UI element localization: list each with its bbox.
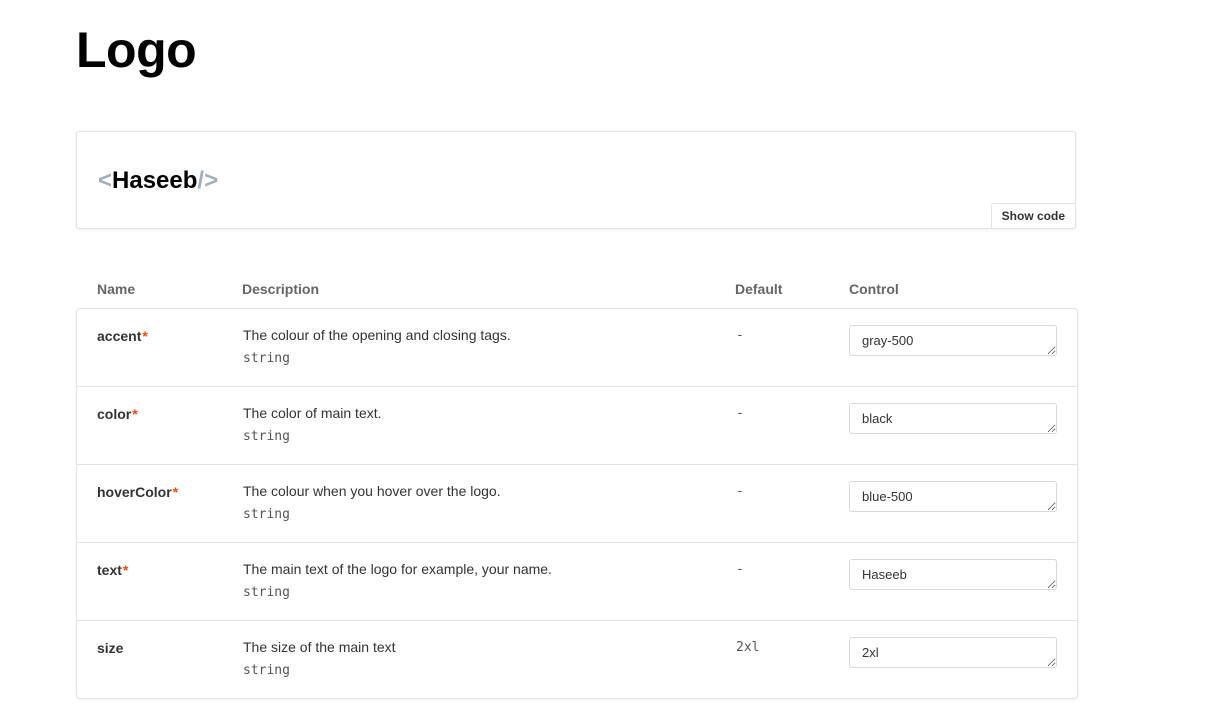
header-description: Description <box>242 281 320 297</box>
prop-description: The size of the main text <box>243 639 396 655</box>
table-row: text* The main text of the logo for examp… <box>77 542 1077 620</box>
prop-type: string <box>243 507 290 522</box>
header-name: Name <box>97 281 136 297</box>
prop-name: hoverColor* <box>97 484 178 500</box>
prop-control-input[interactable]: 2xl <box>849 637 1057 668</box>
required-marker: * <box>172 484 179 500</box>
required-marker: * <box>142 328 148 344</box>
logo-close-tag: /> <box>197 167 219 194</box>
prop-control-input[interactable]: Haseeb <box>849 559 1057 590</box>
prop-default: - <box>736 562 744 577</box>
prop-name-text: size <box>97 640 124 656</box>
logo-open-tag: < <box>98 167 113 194</box>
prop-default: - <box>736 484 744 499</box>
prop-name: text* <box>97 562 128 578</box>
logo-preview[interactable]: <Haseeb/> <box>98 166 218 196</box>
prop-type: string <box>243 351 290 366</box>
prop-default: - <box>736 406 744 421</box>
prop-name-text: color <box>97 406 132 422</box>
page-title: Logo <box>76 22 197 78</box>
table-row: size The size of the main text string 2xl 2x… <box>77 620 1077 698</box>
prop-default: 2xl <box>736 640 760 655</box>
table-row: accent* The colour of the opening and clo… <box>77 309 1077 386</box>
table-row: color* The color of main text. string - blac… <box>77 386 1077 464</box>
props-table: accent* The colour of the opening and clo… <box>76 308 1078 699</box>
prop-description: The main text of the logo for example, y… <box>243 561 552 577</box>
prop-control-input[interactable]: gray-500 <box>849 325 1057 356</box>
prop-control-input[interactable]: blue-500 <box>849 481 1057 512</box>
prop-name: size <box>97 640 123 656</box>
prop-name: color* <box>97 406 138 422</box>
prop-name: accent* <box>97 328 148 344</box>
prop-control-input[interactable]: black <box>849 403 1057 434</box>
table-row: hoverColor* The colour when you hover ove… <box>77 464 1077 542</box>
preview-panel: <Haseeb/> Show code <box>76 131 1076 229</box>
prop-description: The color of main text. <box>243 405 382 421</box>
show-code-button[interactable]: Show code <box>990 203 1076 229</box>
prop-description: The colour when you hover over the logo. <box>243 483 501 499</box>
prop-type: string <box>243 429 290 444</box>
required-marker: * <box>122 562 129 578</box>
prop-name-text: hoverColor <box>97 484 172 500</box>
prop-description: The colour of the opening and closing ta… <box>243 327 511 343</box>
required-marker: * <box>132 406 138 422</box>
prop-type: string <box>243 663 290 678</box>
props-table-header: Name Description Default Control <box>76 281 1078 297</box>
prop-type: string <box>243 585 290 600</box>
header-control: Control <box>849 281 899 297</box>
prop-name-text: text <box>97 562 122 578</box>
header-default: Default <box>735 281 783 297</box>
logo-text: Haseeb <box>112 167 198 194</box>
prop-name-text: accent <box>97 328 142 344</box>
prop-default: - <box>736 328 744 343</box>
